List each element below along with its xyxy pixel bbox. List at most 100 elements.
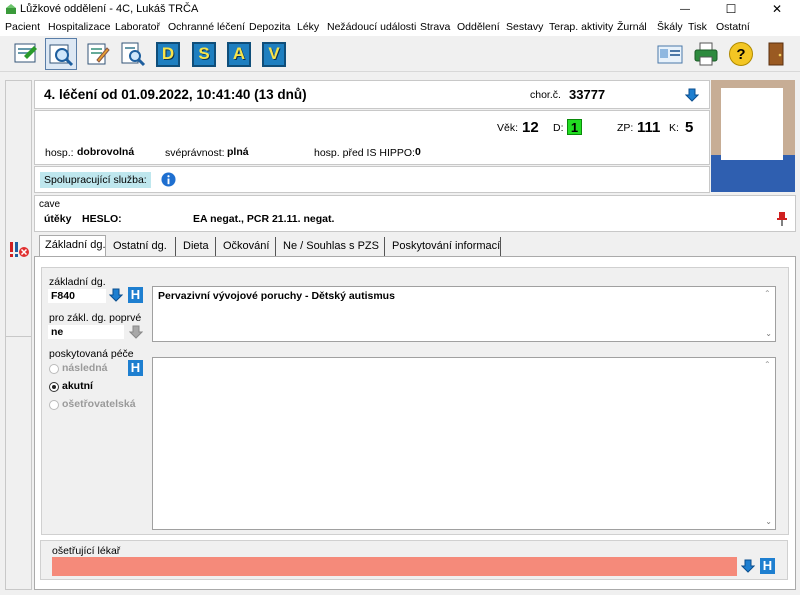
menu-tisk[interactable]: Tisk bbox=[688, 21, 707, 33]
v-icon: V bbox=[262, 41, 286, 67]
menu-pacient[interactable]: Pacient bbox=[5, 21, 40, 33]
search-list-icon bbox=[49, 44, 74, 67]
find-document-icon bbox=[121, 42, 146, 67]
menu-depozita[interactable]: Depozita bbox=[249, 21, 290, 33]
radio-osetrovatelska[interactable] bbox=[49, 400, 59, 410]
diagnosis-scrollbar[interactable]: ⌃ ⌄ bbox=[761, 287, 775, 341]
s-icon: S bbox=[192, 41, 216, 67]
s-button[interactable]: S bbox=[188, 38, 220, 70]
toolbar: D S A V ? bbox=[0, 36, 800, 72]
menu-ochranne-leceni[interactable]: Ochranné léčení bbox=[168, 21, 245, 33]
cave-text: EA negat., PCR 21.11. negat. bbox=[193, 213, 335, 225]
care-text-area[interactable]: ⌃ ⌄ bbox=[152, 357, 776, 530]
printer-icon bbox=[694, 42, 718, 66]
diagnosis-text-area[interactable]: Pervazivní vývojové poruchy - Dětský aut… bbox=[152, 286, 776, 342]
vek-label: Věk: bbox=[497, 122, 519, 134]
poprve-down-arrow-icon[interactable] bbox=[129, 325, 143, 339]
lekar-label: ošetřující lékař bbox=[52, 545, 121, 557]
v-button[interactable]: V bbox=[258, 38, 290, 70]
dg-down-arrow-icon[interactable] bbox=[109, 288, 123, 302]
tab-ostatni-dg[interactable]: Ostatní dg. bbox=[108, 237, 176, 256]
hosp-label: hosp.: bbox=[45, 147, 74, 159]
tab-ockovani[interactable]: Očkování bbox=[218, 237, 276, 256]
search-patient-button[interactable] bbox=[45, 38, 77, 70]
zp-value: 111 bbox=[637, 119, 661, 136]
hosp-value: dobrovolná bbox=[77, 146, 135, 158]
patient-card-button[interactable] bbox=[10, 38, 42, 70]
chor-value: 33777 bbox=[569, 87, 606, 102]
find-record-button[interactable] bbox=[117, 38, 149, 70]
d-value-badge: 1 bbox=[567, 119, 582, 135]
menu-oddeleni[interactable]: Oddělení bbox=[457, 21, 500, 33]
info-icon[interactable] bbox=[161, 172, 176, 187]
cooperating-service-panel: Spolupracující služba: bbox=[34, 166, 710, 193]
a-button[interactable]: A bbox=[223, 38, 255, 70]
window-title: Lůžkové oddělení - 4C, Lukáš TRČA bbox=[20, 3, 199, 15]
exit-button[interactable] bbox=[760, 38, 792, 70]
minimize-button[interactable]: — bbox=[662, 0, 708, 19]
menu-zurnal[interactable]: Žurnál bbox=[617, 21, 647, 33]
close-button[interactable]: ✕ bbox=[754, 0, 800, 19]
patient-photo bbox=[711, 80, 795, 192]
help-button[interactable]: ? bbox=[725, 38, 757, 70]
vek-value: 12 bbox=[522, 119, 539, 136]
svepravnost-label: svéprávnost: bbox=[165, 147, 225, 159]
left-strip bbox=[5, 80, 32, 590]
down-arrow-icon[interactable] bbox=[685, 88, 699, 102]
cave-heslo-label: HESLO: bbox=[82, 213, 122, 225]
edit-record-button[interactable] bbox=[82, 38, 114, 70]
dg-h-icon[interactable]: H bbox=[128, 287, 143, 303]
id-card-icon bbox=[657, 45, 683, 64]
menu-hospitalizace[interactable]: Hospitalizace bbox=[48, 21, 110, 33]
care-scrollbar[interactable]: ⌃ ⌄ bbox=[761, 358, 775, 529]
print-button[interactable] bbox=[690, 38, 722, 70]
id-card-button[interactable] bbox=[654, 38, 686, 70]
radio-nasledna-label: následná bbox=[62, 362, 108, 374]
hippo-value: 0 bbox=[415, 146, 421, 158]
radio-osetrovatelska-label: ošetřovatelská bbox=[62, 398, 136, 410]
menu-sestavy[interactable]: Sestavy bbox=[506, 21, 543, 33]
poprve-field[interactable]: ne bbox=[48, 325, 124, 339]
pece-h-icon[interactable]: H bbox=[128, 360, 143, 376]
edit-document-icon bbox=[87, 43, 110, 65]
d-button[interactable]: D bbox=[152, 38, 184, 70]
tab-poskytovani-informaci[interactable]: Poskytování informací bbox=[387, 237, 501, 256]
a-icon: A bbox=[227, 41, 251, 67]
menu-laborator[interactable]: Laboratoř bbox=[115, 21, 160, 33]
menu-terap-aktivity[interactable]: Terap. aktivity bbox=[549, 21, 613, 33]
k-label: K: bbox=[669, 122, 679, 134]
tab-dieta[interactable]: Dieta bbox=[178, 237, 216, 256]
doctor-field[interactable] bbox=[52, 557, 737, 576]
alert-icon[interactable] bbox=[9, 241, 29, 259]
pece-label: poskytovaná péče bbox=[49, 348, 134, 360]
help-icon: ? bbox=[729, 42, 753, 66]
app-icon bbox=[6, 4, 16, 14]
menu-nezadouci-udalosti[interactable]: Nežádoucí události bbox=[327, 21, 416, 33]
menu-bar: Pacient Hospitalizace Laboratoř Ochranné… bbox=[0, 19, 800, 36]
maximize-button[interactable]: ☐ bbox=[708, 0, 754, 19]
d-icon: D bbox=[156, 41, 180, 67]
dg-code-field[interactable]: F840 bbox=[48, 289, 106, 303]
menu-skaly[interactable]: Škály bbox=[657, 21, 683, 33]
menu-leky[interactable]: Léky bbox=[297, 21, 319, 33]
treatment-header: 4. léčení od 01.09.2022, 10:41:40 (13 dn… bbox=[34, 80, 710, 109]
patient-info-panel: Věk: 12 D: 1 ZP: 111 K: 5 hosp.: dobrovo… bbox=[34, 110, 710, 165]
menu-ostatni[interactable]: Ostatní bbox=[716, 21, 750, 33]
doctor-down-arrow-icon[interactable] bbox=[741, 559, 755, 573]
tab-zakladni-dg[interactable]: Základní dg. bbox=[39, 235, 106, 256]
doctor-h-icon[interactable]: H bbox=[760, 558, 775, 574]
radio-nasledna[interactable] bbox=[49, 364, 59, 374]
patient-card-icon bbox=[14, 43, 37, 63]
tab-souhlas-pzs[interactable]: Ne / Souhlas s PZS bbox=[278, 237, 385, 256]
treatment-title: 4. léčení od 01.09.2022, 10:41:40 (13 dn… bbox=[44, 87, 307, 102]
door-exit-icon bbox=[768, 42, 784, 66]
pin-icon[interactable] bbox=[776, 211, 788, 227]
poprve-label: pro zákl. dg. poprvé bbox=[49, 312, 142, 324]
cave-utek: útěky bbox=[44, 213, 72, 225]
k-value: 5 bbox=[685, 119, 694, 136]
chor-label: chor.č. bbox=[530, 89, 561, 101]
menu-strava[interactable]: Strava bbox=[420, 21, 450, 33]
d-label: D: bbox=[553, 122, 564, 134]
title-bar: Lůžkové oddělení - 4C, Lukáš TRČA — ☐ ✕ bbox=[0, 0, 800, 19]
radio-akutni[interactable] bbox=[49, 382, 59, 392]
